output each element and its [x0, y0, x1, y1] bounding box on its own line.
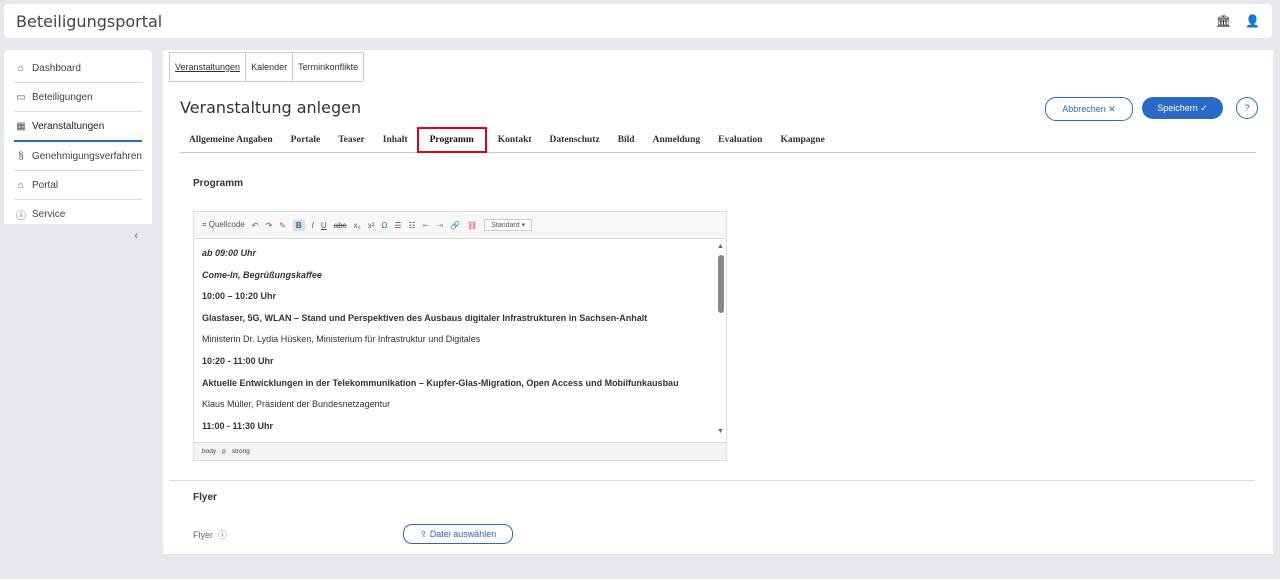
- tab-teaser[interactable]: Teaser: [338, 135, 365, 145]
- outdent-icon[interactable]: ⇤: [423, 221, 430, 230]
- tab-portale[interactable]: Portale: [291, 135, 321, 145]
- sidebar-item-beteiligungen[interactable]: ▭ Beteiligungen: [14, 83, 142, 112]
- top-bar: Beteiligungsportal 🏛 👤: [4, 4, 1272, 38]
- sidebar: ⌂ Dashboard ▭ Beteiligungen ▦ Veranstaltung…: [4, 50, 152, 250]
- sidebar-item-label: Beteiligungen: [32, 91, 93, 103]
- tab-evaluation[interactable]: Evaluation: [718, 135, 762, 145]
- source-code-button[interactable]: ⌗ Quellcode: [202, 220, 245, 230]
- save-button[interactable]: Speichern ✓: [1142, 97, 1223, 119]
- editor-content[interactable]: ab 09:00 Uhr Come-In, Begrüßungskaffee 1…: [194, 239, 714, 449]
- superscript-icon[interactable]: x²: [368, 221, 375, 230]
- institution-icon[interactable]: 🏛: [1216, 14, 1231, 28]
- path-strong[interactable]: strong: [232, 448, 250, 455]
- sidebar-item-genehmigungsverfahren[interactable]: § Genehmigungsverfahren: [14, 142, 142, 171]
- program-line: Ministerin Dr. Lydia Hüsken, Ministerium…: [202, 334, 481, 345]
- program-line: Glasfaser, 5G, WLAN – Stand und Perspekt…: [202, 312, 648, 323]
- tab-kampagne[interactable]: Kampagne: [780, 135, 824, 145]
- bullet-list-icon[interactable]: ☰: [394, 221, 401, 230]
- sidebar-item-portal[interactable]: ⌂ Portal: [14, 171, 142, 200]
- sidebar-item-dashboard[interactable]: ⌂ Dashboard: [14, 54, 142, 83]
- sidebar-item-label: Portal: [32, 179, 59, 191]
- tab-bar: Allgemeine Angaben Portale Teaser Inhalt…: [180, 127, 1256, 153]
- tab-programm[interactable]: Programm: [416, 127, 487, 153]
- redo-icon[interactable]: ↷: [265, 221, 272, 230]
- link-icon[interactable]: 🔗: [450, 221, 460, 230]
- scroll-up-icon[interactable]: ▲: [717, 243, 724, 250]
- app-title: Beteiligungsportal: [16, 12, 163, 31]
- main-panel: Veranstaltungen Kalender Terminkonflikte…: [163, 50, 1273, 554]
- program-line: Aktuelle Entwicklungen in der Telekommun…: [202, 377, 679, 388]
- sidebar-collapse-button[interactable]: ‹: [4, 224, 152, 250]
- question-icon: ?: [1244, 103, 1250, 113]
- sidebar-item-label: Service: [32, 208, 66, 220]
- info-icon: ⓘ: [218, 530, 228, 540]
- page-title: Veranstaltung anlegen: [180, 98, 362, 117]
- italic-icon[interactable]: I: [312, 221, 314, 230]
- paragraph-icon: §: [18, 150, 24, 162]
- scroll-down-icon[interactable]: ▼: [717, 428, 724, 435]
- tab-inhalt[interactable]: Inhalt: [383, 135, 408, 145]
- path-p[interactable]: p: [222, 448, 226, 455]
- subtab-veranstaltungen[interactable]: Veranstaltungen: [169, 52, 247, 81]
- sidebar-item-veranstaltungen[interactable]: ▦ Veranstaltungen: [14, 112, 142, 142]
- subtab-bar: Veranstaltungen Kalender Terminkonflikte: [169, 52, 365, 82]
- tab-kontakt[interactable]: Kontakt: [498, 135, 532, 145]
- editor-scrollbar[interactable]: ▲ ▼: [717, 243, 724, 435]
- program-section-title: Programm: [193, 178, 244, 189]
- underline-icon[interactable]: U: [321, 221, 327, 230]
- undo-icon[interactable]: ↶: [252, 221, 259, 230]
- subscript-icon[interactable]: x₂: [354, 221, 361, 230]
- calendar-icon: ▦: [16, 120, 26, 132]
- scrollbar-thumb[interactable]: [718, 255, 724, 313]
- flyer-section-title: Flyer: [193, 492, 217, 503]
- flyer-field-label: Flyer ⓘ: [193, 530, 228, 540]
- user-icon[interactable]: 👤: [1245, 14, 1260, 28]
- unlink-icon[interactable]: ⛓: [467, 221, 477, 230]
- remove-format-icon[interactable]: ✎: [279, 221, 286, 230]
- path-body[interactable]: body: [202, 448, 216, 455]
- subtab-kalender[interactable]: Kalender: [245, 52, 294, 81]
- tab-datenschutz[interactable]: Datenschutz: [550, 135, 600, 145]
- program-line: ab 09:00 Uhr: [202, 248, 257, 258]
- strikethrough-icon[interactable]: abc: [334, 221, 347, 230]
- program-line: 11:00 - 11:30 Uhr: [202, 420, 274, 431]
- chevron-left-icon: ‹: [134, 230, 138, 242]
- program-line: Klaus Müller, Präsident der Bundesnetzag…: [202, 399, 391, 410]
- tab-allgemeine-angaben[interactable]: Allgemeine Angaben: [189, 135, 273, 145]
- program-line: Come-In, Begrüßungskaffee: [202, 269, 322, 280]
- info-icon: ⓘ: [16, 210, 26, 222]
- format-select[interactable]: Standard ▾: [484, 219, 533, 231]
- help-button[interactable]: ?: [1236, 97, 1258, 119]
- tab-bild[interactable]: Bild: [618, 135, 635, 145]
- sidebar-item-label: Dashboard: [32, 62, 81, 74]
- numbered-list-icon[interactable]: ☷: [409, 221, 416, 230]
- program-line: 10:20 - 11:00 Uhr: [202, 355, 274, 366]
- bold-icon[interactable]: B: [292, 219, 305, 231]
- editor-toolbar: ⌗ Quellcode ↶ ↷ ✎ B I U abc x₂ x² Ω ☰ ☷ …: [194, 212, 726, 239]
- choose-file-button[interactable]: ⇪ Datei auswählen: [403, 524, 513, 544]
- tab-anmeldung[interactable]: Anmeldung: [653, 135, 701, 145]
- sidebar-item-label: Veranstaltungen: [32, 120, 105, 132]
- section-divider: [169, 480, 1255, 481]
- home-icon: ⌂: [17, 62, 25, 74]
- chat-icon: ▭: [16, 91, 26, 103]
- special-char-icon[interactable]: Ω: [381, 221, 387, 230]
- subtab-terminkonflikte[interactable]: Terminkonflikte: [292, 52, 365, 81]
- cancel-button[interactable]: Abbrechen ✕: [1045, 97, 1133, 121]
- upload-icon: ⇪: [419, 528, 428, 539]
- sidebar-item-label: Genehmigungsverfahren: [31, 150, 142, 162]
- rich-text-editor[interactable]: ⌗ Quellcode ↶ ↷ ✎ B I U abc x₂ x² Ω ☰ ☷ …: [193, 211, 727, 461]
- indent-icon[interactable]: ⇥: [436, 221, 443, 230]
- program-line: 10:00 – 10:20 Uhr: [202, 291, 277, 302]
- building-icon: ⌂: [17, 179, 25, 191]
- editor-statusbar: body p strong: [194, 442, 726, 460]
